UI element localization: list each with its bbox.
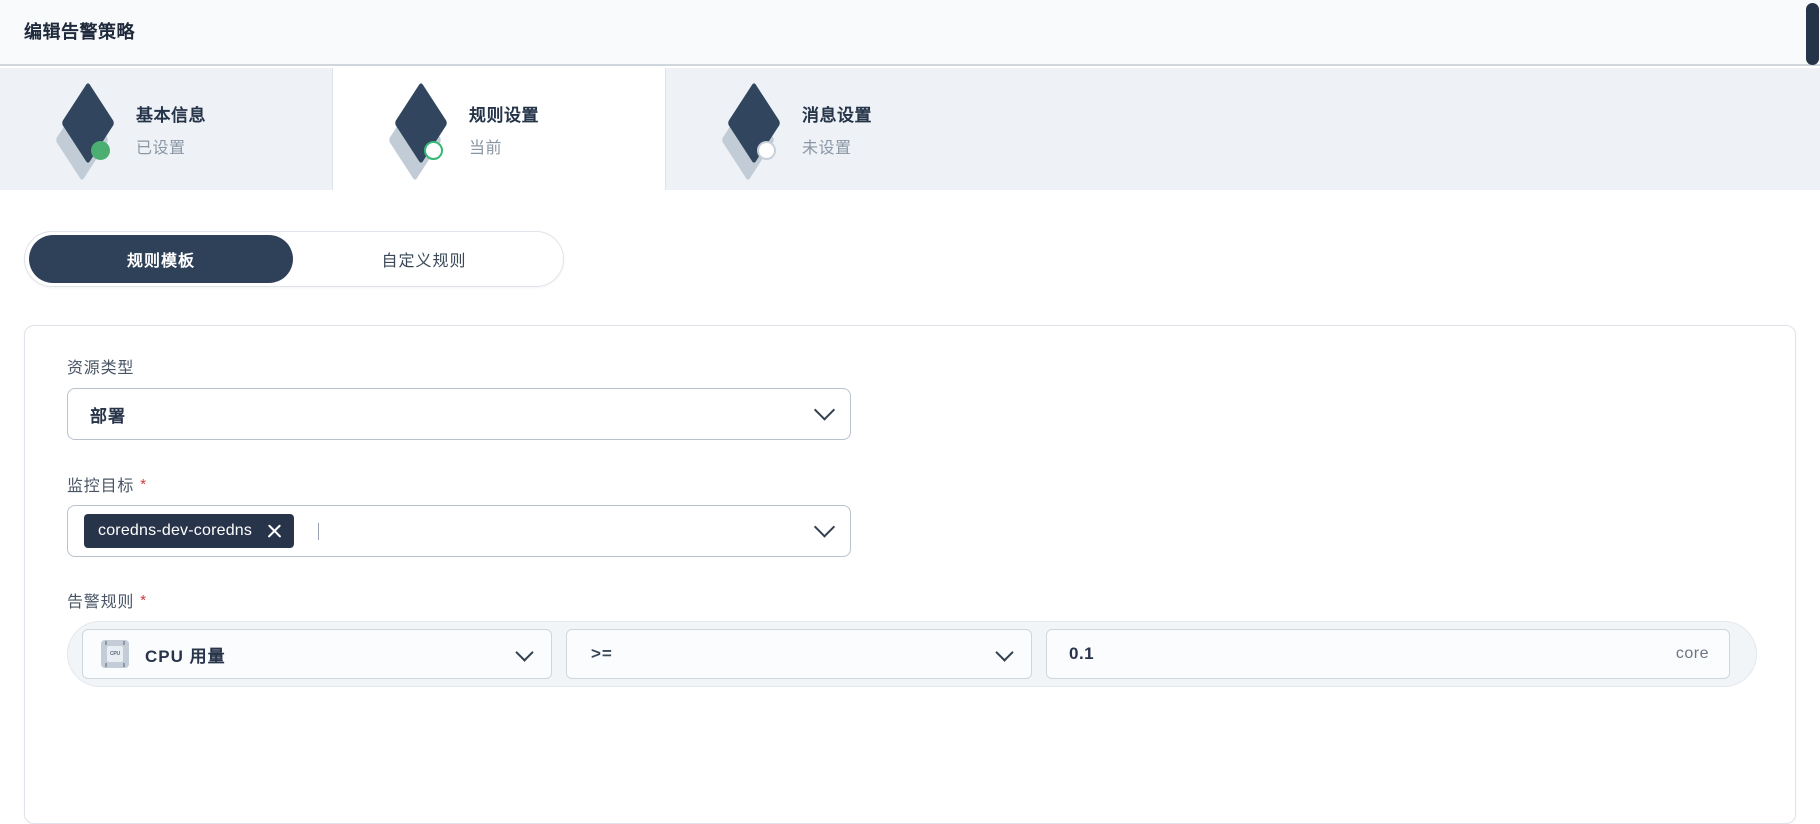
page-header: 编辑告警策略 — [0, 0, 1820, 66]
step-basic-info[interactable]: 基本信息 已设置 — [0, 68, 333, 190]
diamond-stack-icon — [391, 99, 451, 159]
monitor-target-select[interactable]: coredns-dev-coredns — [67, 505, 851, 557]
rule-mode-tabs: 规则模板 自定义规则 — [24, 231, 564, 287]
tab-custom-rule[interactable]: 自定义规则 — [293, 235, 555, 283]
tag-label: coredns-dev-coredns — [98, 522, 252, 540]
step-label: 消息设置 — [802, 101, 872, 126]
chevron-down-icon — [814, 399, 835, 420]
page-title: 编辑告警策略 — [24, 18, 135, 44]
monitor-target-label: 监控目标 * — [67, 472, 147, 496]
required-asterisk: * — [140, 593, 147, 608]
step-indicator: 基本信息 已设置 规则设置 当前 消息设置 — [0, 68, 1820, 190]
step-message-settings[interactable]: 消息设置 未设置 — [666, 68, 999, 190]
alert-policy-edit-page: 编辑告警策略 基本信息 已设置 规则设置 — [0, 0, 1820, 824]
alert-rule-row: CPU CPU 用量 >= 0.1 core — [67, 621, 1757, 687]
metric-select[interactable]: CPU CPU 用量 — [82, 629, 552, 679]
threshold-input[interactable]: 0.1 core — [1046, 629, 1730, 679]
step-label: 基本信息 — [136, 101, 206, 126]
metric-value: CPU 用量 — [145, 642, 226, 667]
step-status: 当前 — [469, 134, 539, 158]
diamond-stack-icon — [58, 99, 118, 159]
step-status: 未设置 — [802, 134, 872, 158]
resource-type-value: 部署 — [90, 402, 126, 427]
threshold-unit: core — [1676, 645, 1709, 663]
scrollbar-thumb[interactable] — [1806, 3, 1819, 65]
chevron-down-icon — [995, 643, 1013, 661]
required-asterisk: * — [140, 477, 147, 492]
resource-type-label: 资源类型 — [67, 354, 134, 378]
text-cursor — [318, 523, 319, 540]
cpu-chip-text: CPU — [107, 646, 123, 662]
threshold-value: 0.1 — [1069, 644, 1094, 664]
label-text: 告警规则 — [67, 588, 134, 612]
rule-settings-card: 资源类型 部署 监控目标 * coredns-dev-coredns 告警规则 … — [24, 325, 1796, 824]
step-rule-settings[interactable]: 规则设置 当前 — [333, 68, 666, 190]
alert-rule-label: 告警规则 * — [67, 588, 147, 612]
operator-value: >= — [591, 644, 613, 664]
diamond-stack-icon — [724, 99, 784, 159]
label-text: 监控目标 — [67, 472, 134, 496]
chevron-down-icon — [814, 516, 835, 537]
status-badge-done — [91, 141, 110, 160]
resource-type-select[interactable]: 部署 — [67, 388, 851, 440]
close-icon[interactable] — [266, 523, 283, 540]
cpu-chip-icon: CPU — [101, 640, 129, 668]
tab-rule-template[interactable]: 规则模板 — [29, 235, 293, 283]
monitor-target-tag: coredns-dev-coredns — [84, 514, 294, 548]
step-label: 规则设置 — [469, 101, 539, 126]
operator-select[interactable]: >= — [566, 629, 1032, 679]
status-badge-todo — [757, 141, 776, 160]
chevron-down-icon — [515, 643, 533, 661]
label-text: 资源类型 — [67, 354, 134, 378]
step-status: 已设置 — [136, 134, 206, 158]
status-badge-current — [424, 141, 443, 160]
